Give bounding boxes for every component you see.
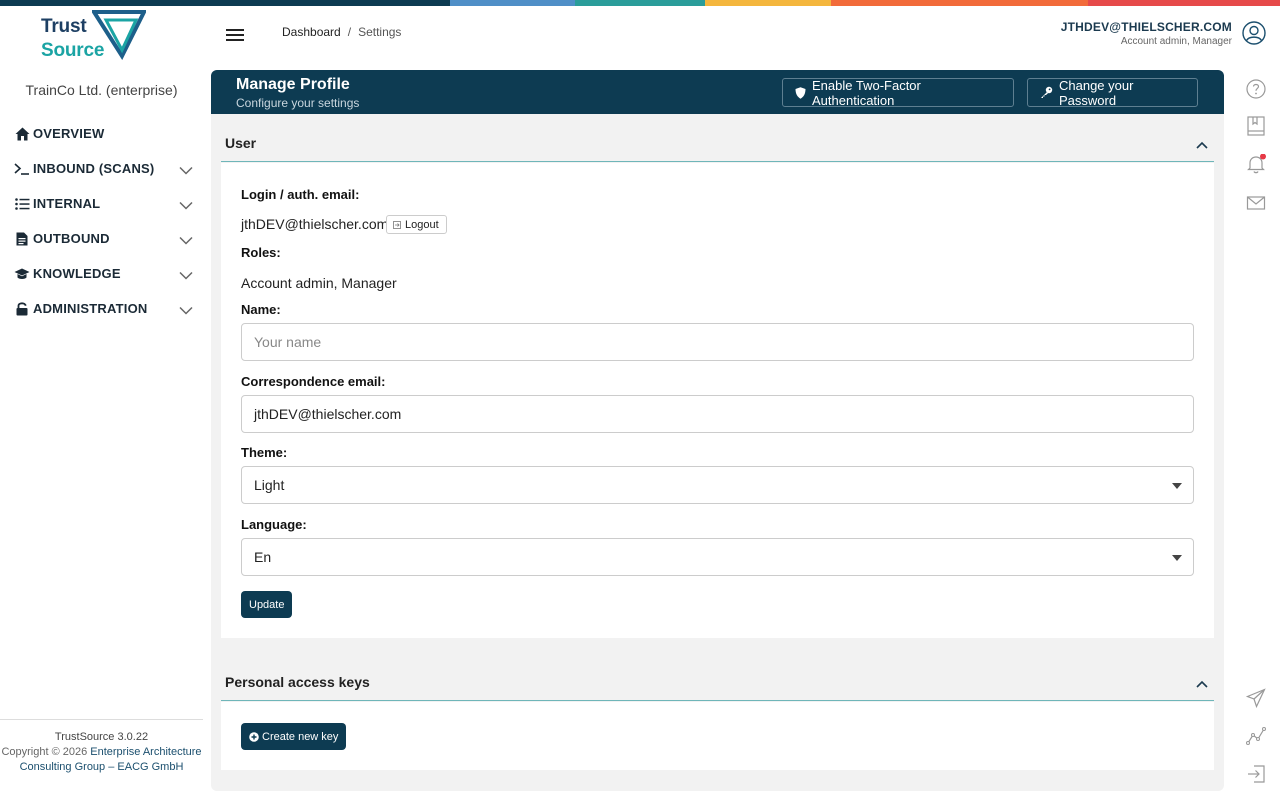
shield-icon	[795, 86, 806, 99]
breadcrumb-separator: /	[347, 25, 352, 39]
chevron-down-icon[interactable]	[179, 162, 193, 180]
correspondence-email-label: Correspondence email:	[241, 374, 386, 389]
language-select[interactable]: En	[241, 538, 1194, 576]
mail-icon[interactable]	[1246, 193, 1266, 213]
dropdown-caret-icon	[1172, 555, 1182, 561]
menu-toggle-icon[interactable]	[226, 26, 244, 42]
user-email[interactable]: JTHDEV@THIELSCHER.COM	[1061, 20, 1232, 34]
theme-label: Theme:	[241, 445, 288, 460]
copyright-text: Copyright © 2026	[1, 746, 88, 758]
user-roles: Account admin, Manager	[1120, 36, 1232, 47]
breadcrumb-current: Settings	[358, 25, 402, 39]
sidebar-item-label: KNOWLEDGE	[33, 266, 121, 281]
update-button[interactable]: Update	[241, 591, 293, 618]
sidebar-item-label: INBOUND (SCANS)	[33, 161, 155, 176]
strip-segment	[575, 0, 705, 6]
trustsource-logo[interactable]: Trust Source	[40, 10, 150, 64]
chevron-up-icon[interactable]	[1196, 136, 1208, 154]
name-label: Name:	[241, 302, 281, 317]
graduation-cap-icon	[14, 266, 30, 282]
sidebar-item-inbound[interactable]: INBOUND (SCANS)	[0, 151, 203, 186]
sign-out-icon[interactable]	[1246, 764, 1266, 784]
dropdown-caret-icon	[1172, 483, 1182, 489]
book-icon[interactable]	[1246, 116, 1266, 136]
sidebar-item-label: OVERVIEW	[33, 126, 105, 141]
chevron-down-icon[interactable]	[179, 197, 193, 215]
chevron-down-icon[interactable]	[179, 232, 193, 250]
home-icon	[14, 126, 30, 142]
create-new-key-button[interactable]: Create new key	[241, 723, 347, 750]
login-email-label: Login / auth. email:	[241, 187, 360, 202]
list-icon	[14, 196, 30, 212]
chevron-down-icon[interactable]	[179, 302, 193, 320]
user-info[interactable]: JTHDEV@THIELSCHER.COM Account admin, Man…	[1061, 20, 1232, 47]
strip-segment	[450, 0, 575, 6]
bell-icon[interactable]	[1246, 154, 1266, 174]
document-icon	[14, 231, 30, 247]
logout-label: Logout	[405, 218, 439, 231]
sidebar-item-outbound[interactable]: OUTBOUND	[0, 221, 203, 256]
user-section-header[interactable]: User	[221, 114, 1214, 162]
logo-check-icon	[92, 10, 146, 60]
change-password-button[interactable]: Change your Password	[1027, 77, 1198, 108]
organization-name: TrainCo Ltd. (enterprise)	[25, 82, 178, 98]
page-subtitle: Configure your settings	[236, 96, 360, 110]
terminal-icon	[14, 161, 30, 177]
roles-label: Roles:	[241, 245, 281, 260]
help-icon[interactable]	[1246, 79, 1266, 99]
sidebar: Trust Source TrainCo Ltd. (enterprise) O…	[0, 6, 203, 800]
plus-circle-icon	[249, 731, 259, 742]
page-title: Manage Profile	[236, 76, 350, 93]
lock-icon	[14, 301, 30, 317]
breadcrumb: Dashboard / Settings	[282, 25, 401, 39]
login-email-value: jthDEV@thielscher.com	[241, 216, 389, 232]
copyright-line: Copyright © 2026 Enterprise Architecture…	[0, 745, 203, 775]
user-section-title: User	[225, 135, 257, 151]
key-icon	[1040, 86, 1053, 99]
sidebar-nav: OVERVIEW INBOUND (SCANS) INTERNAL OUTBOU…	[0, 116, 203, 326]
sidebar-item-overview[interactable]: OVERVIEW	[0, 116, 203, 151]
panel-header: Manage Profile Configure your settings E…	[211, 70, 1224, 114]
strip-segment	[831, 0, 1088, 6]
sidebar-item-knowledge[interactable]: KNOWLEDGE	[0, 256, 203, 291]
user-section-body: Login / auth. email: jthDEV@thielscher.c…	[221, 163, 1214, 638]
sidebar-item-label: ADMINISTRATION	[33, 301, 148, 316]
create-new-key-label: Create new key	[262, 730, 339, 743]
access-keys-section-header[interactable]: Personal access keys	[221, 653, 1214, 701]
avatar[interactable]	[1242, 21, 1266, 45]
breadcrumb-dashboard-link[interactable]: Dashboard	[282, 25, 341, 39]
logo-word-trust: Trust	[41, 16, 87, 37]
access-keys-section-title: Personal access keys	[225, 674, 370, 690]
sidebar-item-administration[interactable]: ADMINISTRATION	[0, 291, 203, 326]
sidebar-item-internal[interactable]: INTERNAL	[0, 186, 203, 221]
theme-select[interactable]: Light	[241, 466, 1194, 504]
send-icon[interactable]	[1246, 688, 1266, 708]
chart-line-icon[interactable]	[1246, 726, 1266, 746]
change-password-label: Change your Password	[1059, 77, 1134, 108]
roles-value: Account admin, Manager	[241, 275, 397, 291]
enable-two-factor-button[interactable]: Enable Two-Factor Authentication	[782, 77, 1014, 108]
logout-button[interactable]: Logout	[386, 215, 447, 234]
sidebar-footer: TrustSource 3.0.22 Copyright © 2026 Ente…	[0, 719, 203, 775]
manage-profile-panel: Manage Profile Configure your settings E…	[211, 70, 1224, 791]
sidebar-item-label: OUTBOUND	[33, 231, 110, 246]
two-factor-label: Enable Two-Factor Authentication	[812, 77, 921, 108]
language-label: Language:	[241, 517, 307, 532]
sign-out-small-icon	[393, 220, 401, 229]
language-selected-value: En	[254, 549, 272, 565]
theme-selected-value: Light	[254, 477, 285, 493]
chevron-down-icon[interactable]	[179, 267, 193, 285]
access-keys-section-body: Create new key	[221, 702, 1214, 770]
user-circle-icon	[1242, 21, 1266, 45]
app-version: TrustSource 3.0.22	[54, 731, 149, 743]
sidebar-item-label: INTERNAL	[33, 196, 101, 211]
strip-segment	[1088, 0, 1280, 6]
strip-segment	[705, 0, 831, 6]
correspondence-email-input[interactable]: jthDEV@thielscher.com	[241, 395, 1194, 433]
chevron-up-icon[interactable]	[1196, 675, 1208, 693]
name-input[interactable]: Your name	[241, 323, 1194, 361]
